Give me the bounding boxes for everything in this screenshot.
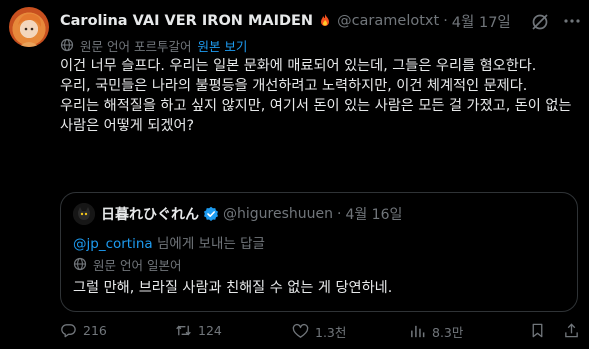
globe-icon <box>73 257 87 271</box>
author-display-name[interactable]: Carolina VAI VER IRON MAIDEN <box>60 13 313 29</box>
views-button[interactable]: 8.3만 <box>409 322 463 341</box>
reply-count: 216 <box>83 323 107 338</box>
like-count: 1.3천 <box>315 325 347 340</box>
author-handle[interactable]: @caramelotxt <box>337 13 439 29</box>
quoted-author-avatar[interactable] <box>73 203 95 225</box>
author-avatar[interactable] <box>9 7 49 47</box>
retweet-button[interactable]: 124 <box>175 322 222 339</box>
avatar-image <box>18 13 42 47</box>
show-original-link[interactable]: 원본 보기 <box>197 36 247 55</box>
tweet-paragraph: 이건 너무 슬프다. 우리는 일본 문화에 매료되어 있는데, 그들은 우리를 … <box>60 58 537 74</box>
quoted-translation-notice: 원문 언어 일본어 <box>73 255 181 273</box>
quoted-translation-label: 원문 언어 일본어 <box>93 257 182 273</box>
tweet-header: Carolina VAI VER IRON MAIDEN @caramelotx… <box>60 10 511 32</box>
reply-suffix: 님에게 보내는 답글 <box>152 236 265 252</box>
bookmark-icon <box>532 323 543 338</box>
translation-notice: 원문 언어 포르투갈어 원본 보기 <box>60 35 247 55</box>
tweet-paragraph: 우리, 국민들은 나라의 불평등을 개선하려고 노력하지만, 이건 체계적인 문… <box>60 78 528 94</box>
views-count: 8.3만 <box>432 325 464 340</box>
quoted-date[interactable]: 4월 16일 <box>345 204 402 224</box>
translation-label: 원문 언어 포르투갈어 <box>80 38 192 54</box>
share-icon <box>565 323 578 338</box>
grok-icon[interactable] <box>530 12 550 32</box>
verified-icon <box>204 206 218 221</box>
like-button[interactable]: 1.3천 <box>292 322 346 341</box>
retweet-count: 124 <box>198 323 222 338</box>
tweet-paragraph: 우리는 해적질을 하고 싶지 않지만, 여기서 돈이 있는 사람은 모든 걸 가… <box>60 98 572 134</box>
quoted-avatar-image <box>73 203 95 225</box>
fire-icon <box>321 14 330 26</box>
quoted-header: 日暮れひぐれん @higureshuuen · 4월 16일 <box>101 203 402 225</box>
quoted-display-name[interactable]: 日暮れひぐれん <box>101 204 199 224</box>
share-button[interactable] <box>563 322 580 339</box>
more-icon[interactable] <box>563 12 581 30</box>
tweet-text: 이건 너무 슬프다. 우리는 일본 문화에 매료되어 있는데, 그들은 우리를 … <box>60 56 580 136</box>
globe-icon <box>60 38 74 52</box>
tweet-date[interactable]: 4월 17일 <box>452 11 511 32</box>
retweet-icon <box>176 325 191 336</box>
views-icon <box>411 325 425 338</box>
quoted-separator: · <box>336 206 342 222</box>
quoted-handle[interactable]: @higureshuuen <box>223 206 333 222</box>
reply-button[interactable]: 216 <box>60 322 107 339</box>
bookmark-button[interactable] <box>529 322 546 339</box>
action-bar: 216 124 1.3천 8.3만 <box>0 322 589 344</box>
header-separator: · <box>443 13 448 29</box>
quoted-text: 그럴 만해, 브라질 사람과 친해질 수 없는 게 당연하네. <box>73 280 393 296</box>
like-icon <box>292 323 309 338</box>
quoted-reply-context: @jp_cortina 님에게 보내는 답글 <box>73 232 265 252</box>
reply-mention-link[interactable]: @jp_cortina <box>73 236 153 252</box>
quoted-tweet[interactable]: 日暮れひぐれん @higureshuuen · 4월 16일 @jp_corti… <box>60 192 578 312</box>
reply-icon <box>61 324 76 338</box>
